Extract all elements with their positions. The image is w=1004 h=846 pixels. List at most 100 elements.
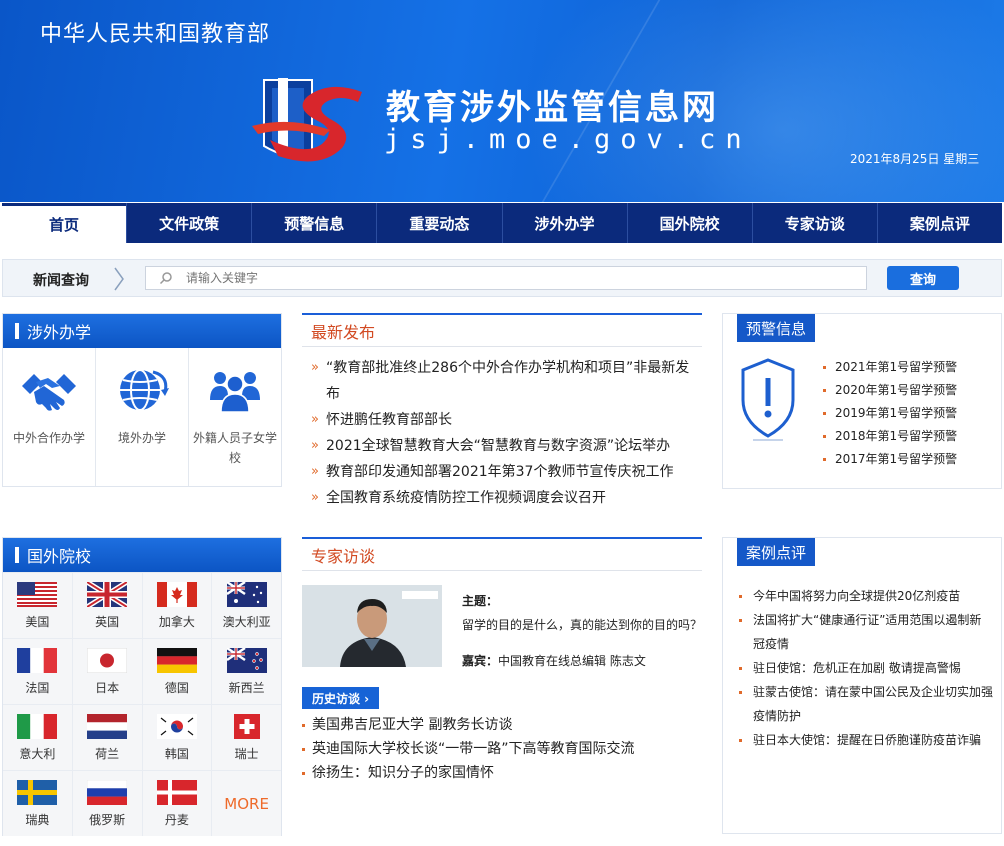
warning-title[interactable]: 预警信息 <box>737 314 816 342</box>
country-name: 美国 <box>25 614 50 629</box>
history-item[interactable]: 英迪国际大学校长谈“一带一路”下高等教育国际交流 <box>302 737 702 761</box>
case-item[interactable]: 驻日使馆：危机正在加剧 敬请提高警惕 <box>737 656 993 680</box>
ministry-name[interactable]: 中华人民共和国教育部 <box>40 16 270 48</box>
new-zealand-flag-icon <box>226 647 267 673</box>
interview-topic[interactable]: 留学的目的是什么，真的能达到你的目的吗？ <box>462 613 702 637</box>
news-item[interactable]: 2021全球智慧教育大会“智慧教育与数字资源”论坛举办 <box>302 433 702 459</box>
school-type-expat-children[interactable]: 外籍人员子女学校 <box>189 348 281 486</box>
news-item[interactable]: 教育部印发通知部署2021年第37个教师节宣传庆祝工作 <box>302 459 702 485</box>
expert-title[interactable]: 专家访谈 <box>302 537 702 571</box>
warning-item[interactable]: 2021年第1号留学预警 <box>823 356 957 379</box>
history-interviews-button[interactable]: 历史访谈 › <box>302 687 380 709</box>
country-germany[interactable]: 德国 <box>142 639 212 704</box>
country-korea[interactable]: 韩国 <box>142 705 212 770</box>
interview-meta: 主题： 留学的目的是什么，真的能达到你的目的吗？ 嘉宾：中国教育在线总编辑 陈志… <box>462 589 702 673</box>
latest-news-list: “教育部批准终止286个中外合作办学机构和项目”非最新发布 怀进鹏任教育部部长 … <box>302 347 702 511</box>
more-countries-link[interactable]: MORE <box>212 771 281 836</box>
country-name: 澳大利亚 <box>222 614 271 629</box>
search-bar: 新闻查询 查询 <box>2 259 1002 297</box>
warning-item[interactable]: 2019年第1号留学预警 <box>823 402 957 425</box>
country-japan[interactable]: 日本 <box>72 639 142 704</box>
school-type-grid: 中外合作办学 境外办学 外籍人员子女学校 <box>3 348 281 486</box>
case-item[interactable]: 法国将扩大“健康通行证”适用范围以遏制新冠疫情 <box>737 608 993 656</box>
country-italy[interactable]: 意大利 <box>3 705 72 770</box>
chevron-right-icon <box>114 267 124 291</box>
news-item[interactable]: “教育部批准终止286个中外合作办学机构和项目”非最新发布 <box>302 355 702 407</box>
country-sweden[interactable]: 瑞典 <box>3 771 72 836</box>
school-type-cooperative[interactable]: 中外合作办学 <box>3 348 96 486</box>
interview-guest: 中国教育在线总编辑 陈志文 <box>498 654 646 668</box>
country-switzerland[interactable]: 瑞士 <box>212 705 281 770</box>
nav-item-news[interactable]: 重要动态 <box>376 203 501 243</box>
header-bar <box>15 323 19 339</box>
case-item[interactable]: 驻蒙古使馆：请在蒙中国公民及企业切实加强疫情防护 <box>737 680 993 728</box>
more-label: MORE <box>224 794 269 813</box>
news-item[interactable]: 怀进鹏任教育部部长 <box>302 407 702 433</box>
australia-flag-icon <box>226 581 267 607</box>
site-title[interactable]: 教育涉外监管信息网 <box>386 80 719 129</box>
nav-item-foreign-school[interactable]: 涉外办学 <box>501 203 627 243</box>
country-name: 日本 <box>95 680 120 695</box>
history-item[interactable]: 徐扬生：知识分子的家国情怀 <box>302 761 702 785</box>
sweden-flag-icon <box>17 779 58 805</box>
germany-flag-icon <box>156 647 197 673</box>
case-item[interactable]: 驻日本大使馆：提醒在日侨胞谨防疫苗诈骗 <box>737 728 993 752</box>
country-uk[interactable]: 英国 <box>72 573 142 638</box>
school-type-label: 外籍人员子女学校 <box>193 431 278 465</box>
nav-item-home[interactable]: 首页 <box>2 203 127 243</box>
interview-photo[interactable] <box>302 585 442 667</box>
nav-item-overseas[interactable]: 国外院校 <box>626 203 752 243</box>
country-name: 丹麦 <box>164 812 189 827</box>
country-name: 韩国 <box>164 746 189 761</box>
featured-interview: 主题： 留学的目的是什么，真的能达到你的目的吗？ 嘉宾：中国教育在线总编辑 陈志… <box>302 585 702 681</box>
country-usa[interactable]: 美国 <box>3 573 72 638</box>
nav-item-policy[interactable]: 文件政策 <box>126 203 251 243</box>
country-name: 法国 <box>25 680 50 695</box>
foreign-school-panel: 涉外办学 中外合作办学 境外办学 外籍人员子女学校 <box>2 313 282 487</box>
japan-flag-icon <box>87 647 128 673</box>
france-flag-icon <box>17 647 58 673</box>
country-name: 俄罗斯 <box>89 812 126 827</box>
case-item[interactable]: 今年中国将努力向全球提供20亿剂疫苗 <box>737 584 993 608</box>
country-grid: 美国 英国 加拿大 澳大利亚 法国 日本 德国 新西兰 意大利 荷兰 韩国 瑞士… <box>3 572 281 836</box>
netherlands-flag-icon <box>87 713 128 739</box>
history-item[interactable]: 美国弗吉尼亚大学 副教务长访谈 <box>302 713 702 737</box>
overseas-header[interactable]: 国外院校 <box>3 538 281 572</box>
nav-item-cases[interactable]: 案例点评 <box>876 203 1002 243</box>
news-item[interactable]: 全国教育系统疫情防控工作视频调度会议召开 <box>302 485 702 511</box>
search-input[interactable] <box>186 271 846 285</box>
country-name: 加拿大 <box>158 614 195 629</box>
nav-item-warning[interactable]: 预警信息 <box>251 203 376 243</box>
latest-news-title[interactable]: 最新发布 <box>302 313 702 347</box>
warning-item[interactable]: 2020年第1号留学预警 <box>823 379 957 402</box>
warning-panel: 预警信息 2021年第1号留学预警 2020年第1号留学预警 2019年第1号留… <box>722 313 1002 489</box>
header-banner: 中华人民共和国教育部 教育涉外监管信息网 jsj.moe.gov.cn 2021… <box>0 0 1004 202</box>
latest-news-section: 最新发布 “教育部批准终止286个中外合作办学机构和项目”非最新发布 怀进鹏任教… <box>302 313 702 511</box>
guest-label: 嘉宾： <box>462 654 499 668</box>
country-canada[interactable]: 加拿大 <box>142 573 212 638</box>
country-france[interactable]: 法国 <box>3 639 72 704</box>
school-type-overseas[interactable]: 境外办学 <box>96 348 189 486</box>
country-denmark[interactable]: 丹麦 <box>142 771 212 836</box>
warning-item[interactable]: 2018年第1号留学预警 <box>823 425 957 448</box>
country-name: 德国 <box>164 680 189 695</box>
search-button[interactable]: 查询 <box>887 266 959 290</box>
country-new-zealand[interactable]: 新西兰 <box>212 639 281 704</box>
country-name: 荷兰 <box>95 746 120 761</box>
nav-item-expert[interactable]: 专家访谈 <box>751 203 877 243</box>
warning-item[interactable]: 2017年第1号留学预警 <box>823 448 957 471</box>
country-russia[interactable]: 俄罗斯 <box>72 771 142 836</box>
topic-label: 主题： <box>462 594 499 608</box>
handshake-icon <box>22 374 76 411</box>
history-list: 美国弗吉尼亚大学 副教务长访谈 英迪国际大学校长谈“一带一路”下高等教育国际交流… <box>302 713 702 785</box>
italy-flag-icon <box>17 713 58 739</box>
site-logo-icon[interactable] <box>250 70 370 168</box>
country-australia[interactable]: 澳大利亚 <box>212 573 281 638</box>
country-netherlands[interactable]: 荷兰 <box>72 705 142 770</box>
country-name: 瑞典 <box>25 812 50 827</box>
current-date: 2021年8月25日 星期三 <box>850 152 980 166</box>
country-name: 英国 <box>95 614 120 629</box>
cases-title[interactable]: 案例点评 <box>737 538 816 566</box>
us-flag-icon <box>17 581 58 607</box>
foreign-school-header[interactable]: 涉外办学 <box>3 314 281 348</box>
